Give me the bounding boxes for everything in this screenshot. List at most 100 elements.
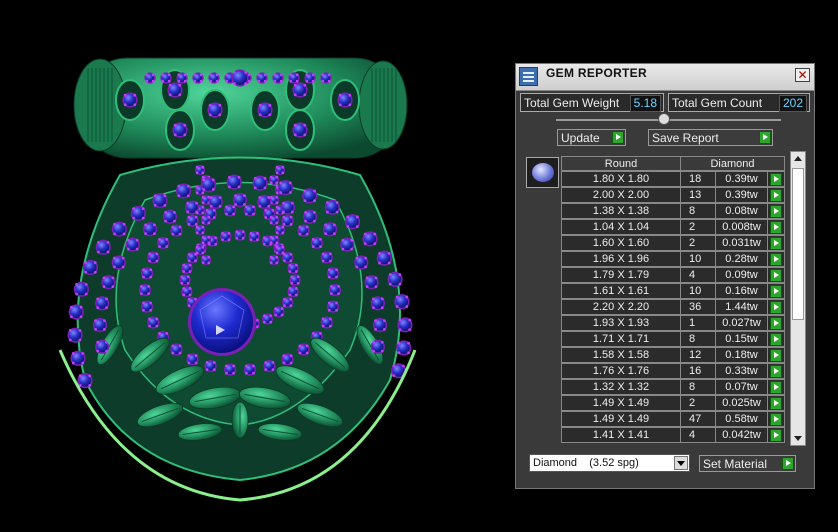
select-row-button[interactable] bbox=[767, 171, 785, 187]
table-row[interactable]: 1.96 X 1.96 10 0.28tw bbox=[561, 251, 785, 267]
play-arrow-icon bbox=[770, 301, 782, 314]
total-gem-weight-value: 5.18 bbox=[629, 95, 661, 112]
play-arrow-icon bbox=[782, 457, 794, 470]
table-row[interactable]: 1.60 X 1.60 2 0.031tw bbox=[561, 235, 785, 251]
play-arrow-icon bbox=[770, 237, 782, 250]
gem-size: 1.04 X 1.04 bbox=[561, 219, 681, 235]
gem-weight: 0.28tw bbox=[715, 251, 768, 267]
gem-size: 1.49 X 1.49 bbox=[561, 395, 681, 411]
table-row[interactable]: 1.71 X 1.71 8 0.15tw bbox=[561, 331, 785, 347]
play-arrow-icon bbox=[770, 349, 782, 362]
total-gem-count: Total Gem Count 202 bbox=[668, 93, 810, 112]
gem-size: 1.58 X 1.58 bbox=[561, 347, 681, 363]
set-material-button[interactable]: Set Material bbox=[699, 455, 796, 472]
gem-thumbnail[interactable] bbox=[526, 157, 559, 188]
gem-weight: 0.39tw bbox=[715, 171, 768, 187]
header-shape: Round bbox=[561, 156, 681, 171]
panel-titlebar[interactable]: GEM REPORTER ✕ bbox=[516, 64, 814, 91]
play-arrow-icon bbox=[770, 317, 782, 330]
gem-weight: 0.58tw bbox=[715, 411, 768, 427]
gem-count: 18 bbox=[680, 171, 716, 187]
select-row-button[interactable] bbox=[767, 203, 785, 219]
play-arrow-icon bbox=[770, 285, 782, 298]
header-material: Diamond bbox=[680, 156, 785, 171]
select-row-button[interactable] bbox=[767, 251, 785, 267]
table-row[interactable]: 1.41 X 1.41 4 0.042tw bbox=[561, 427, 785, 443]
panel-slider-thumb[interactable] bbox=[658, 113, 670, 125]
save-report-button[interactable]: Save Report bbox=[648, 129, 773, 146]
play-arrow-icon bbox=[759, 131, 771, 144]
table-row[interactable]: 1.93 X 1.93 1 0.027tw bbox=[561, 315, 785, 331]
gem-reporter-panel: GEM REPORTER ✕ Total Gem Weight 5.18 Tot… bbox=[515, 63, 815, 489]
table-row[interactable]: 1.58 X 1.58 12 0.18tw bbox=[561, 347, 785, 363]
select-row-button[interactable] bbox=[767, 427, 785, 443]
scroll-up-icon[interactable] bbox=[791, 152, 805, 166]
play-arrow-icon bbox=[770, 189, 782, 202]
pendant-render bbox=[58, 57, 417, 502]
total-gem-count-label: Total Gem Count bbox=[672, 96, 763, 110]
gem-size: 1.79 X 1.79 bbox=[561, 267, 681, 283]
select-row-button[interactable] bbox=[767, 379, 785, 395]
select-row-button[interactable] bbox=[767, 363, 785, 379]
select-row-button[interactable] bbox=[767, 395, 785, 411]
gem-size: 1.71 X 1.71 bbox=[561, 331, 681, 347]
total-gem-weight-label: Total Gem Weight bbox=[524, 96, 620, 110]
table-row[interactable]: 1.38 X 1.38 8 0.08tw bbox=[561, 203, 785, 219]
play-arrow-icon bbox=[770, 253, 782, 266]
set-material-button-label: Set Material bbox=[703, 457, 768, 471]
panel-title: GEM REPORTER bbox=[546, 66, 647, 80]
table-row[interactable]: 1.49 X 1.49 2 0.025tw bbox=[561, 395, 785, 411]
gem-size: 1.61 X 1.61 bbox=[561, 283, 681, 299]
gem-weight: 0.07tw bbox=[715, 379, 768, 395]
chevron-down-icon[interactable] bbox=[674, 456, 688, 470]
gem-size: 1.60 X 1.60 bbox=[561, 235, 681, 251]
scroll-thumb[interactable] bbox=[792, 168, 804, 320]
gem-weight: 0.042tw bbox=[715, 427, 768, 443]
gem-count: 16 bbox=[680, 363, 716, 379]
table-row[interactable]: 1.49 X 1.49 47 0.58tw bbox=[561, 411, 785, 427]
update-button[interactable]: Update bbox=[557, 129, 626, 146]
select-row-button[interactable] bbox=[767, 315, 785, 331]
select-row-button[interactable] bbox=[767, 331, 785, 347]
select-row-button[interactable] bbox=[767, 267, 785, 283]
update-button-label: Update bbox=[561, 131, 600, 145]
gem-count: 8 bbox=[680, 379, 716, 395]
gem-size: 1.76 X 1.76 bbox=[561, 363, 681, 379]
gem-count: 8 bbox=[680, 203, 716, 219]
play-arrow-icon bbox=[770, 269, 782, 282]
select-row-button[interactable] bbox=[767, 219, 785, 235]
table-row[interactable]: 1.61 X 1.61 10 0.16tw bbox=[561, 283, 785, 299]
table-scrollbar[interactable] bbox=[790, 151, 806, 446]
select-row-button[interactable] bbox=[767, 347, 785, 363]
gem-size: 1.41 X 1.41 bbox=[561, 427, 681, 443]
gem-weight: 0.027tw bbox=[715, 315, 768, 331]
play-arrow-icon bbox=[770, 173, 782, 186]
select-row-button[interactable] bbox=[767, 283, 785, 299]
gem-weight: 0.09tw bbox=[715, 267, 768, 283]
select-row-button[interactable] bbox=[767, 411, 785, 427]
gem-weight: 0.18tw bbox=[715, 347, 768, 363]
table-row[interactable]: 1.76 X 1.76 16 0.33tw bbox=[561, 363, 785, 379]
3d-viewport[interactable] bbox=[0, 0, 510, 528]
table-row[interactable]: 2.00 X 2.00 13 0.39tw bbox=[561, 187, 785, 203]
gem-count: 2 bbox=[680, 235, 716, 251]
table-row[interactable]: 1.32 X 1.32 8 0.07tw bbox=[561, 379, 785, 395]
gem-size: 2.20 X 2.20 bbox=[561, 299, 681, 315]
gem-weight: 0.16tw bbox=[715, 283, 768, 299]
select-row-button[interactable] bbox=[767, 187, 785, 203]
table-row[interactable]: 1.04 X 1.04 2 0.008tw bbox=[561, 219, 785, 235]
scroll-down-icon[interactable] bbox=[791, 431, 805, 445]
gem-count: 36 bbox=[680, 299, 716, 315]
select-row-button[interactable] bbox=[767, 235, 785, 251]
play-arrow-icon bbox=[770, 429, 782, 442]
play-arrow-icon bbox=[770, 413, 782, 426]
gem-size: 1.38 X 1.38 bbox=[561, 203, 681, 219]
close-button[interactable]: ✕ bbox=[795, 68, 810, 82]
table-row[interactable]: 2.20 X 2.20 36 1.44tw bbox=[561, 299, 785, 315]
table-row[interactable]: 1.80 X 1.80 18 0.39tw bbox=[561, 171, 785, 187]
select-row-button[interactable] bbox=[767, 299, 785, 315]
material-select[interactable]: Diamond (3.52 spg) bbox=[529, 454, 690, 472]
play-arrow-icon bbox=[770, 221, 782, 234]
table-row[interactable]: 1.79 X 1.79 4 0.09tw bbox=[561, 267, 785, 283]
gem-count: 8 bbox=[680, 331, 716, 347]
